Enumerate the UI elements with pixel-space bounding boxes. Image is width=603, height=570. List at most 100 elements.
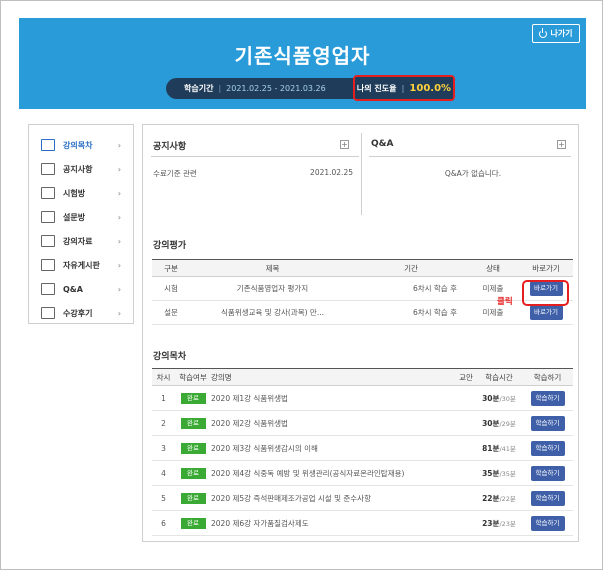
notice-more-icon[interactable]: + (340, 140, 349, 149)
evaluation-table: 구분 제목 기간 상태 바로가기 시험 기존식품영업자 평가지 6차시 학습 후 미제… (152, 259, 573, 325)
power-icon (539, 27, 548, 38)
lectures-title: 강의목차 (153, 352, 187, 362)
eval-period: 6차시 학습 후 (355, 300, 467, 325)
table-row: 1 완료 2020 제1강 식품위생법 30분/30분 학습하기 (152, 385, 573, 411)
sidebar-item-label: 공지사항 (63, 164, 93, 174)
qa-icon (41, 283, 55, 295)
evaluation-title: 강의평가 (153, 241, 187, 251)
sidebar-item-label: 설문방 (63, 212, 86, 222)
time-total: /29분 (499, 419, 516, 428)
sidebar-item[interactable]: 설문방 › (29, 205, 133, 229)
sidebar-item-label: 강의자료 (63, 236, 93, 246)
time-total: /30분 (499, 394, 516, 403)
col-shortcut: 바로가기 (532, 263, 560, 273)
sidebar-item[interactable]: 시험방 › (29, 181, 133, 205)
sidebar-item[interactable]: 강의자료 › (29, 229, 133, 253)
eval-type: 시험 (152, 276, 190, 301)
review-icon (41, 307, 55, 319)
table-row: 4 완료 2020 제4강 식중독 예방 및 위생관리(공식자료온라인탑재용) 35분… (152, 460, 573, 486)
study-button[interactable]: 학습하기 (530, 415, 565, 431)
status-badge: 완료 (180, 417, 206, 429)
sidebar-item[interactable]: 강의목차 › (29, 133, 133, 157)
sidebar-item[interactable]: Q&A › (29, 277, 133, 301)
sidebar-item[interactable]: 공지사항 › (29, 157, 133, 181)
chevron-right-icon: › (117, 212, 121, 222)
lecture-no: 3 (152, 435, 175, 461)
lecture-name[interactable]: 2020 제6강 자가품질검사제도 (211, 510, 456, 536)
notice-item-date: 2021.02.25 (310, 168, 353, 177)
exam-icon (41, 187, 55, 199)
lecture-no: 6 (152, 510, 175, 536)
time-done: 30분 (482, 393, 500, 403)
status-badge: 완료 (180, 392, 206, 404)
chevron-right-icon: › (117, 260, 121, 270)
notice-item[interactable]: 수료기준 관련 2021.02.25 (153, 168, 353, 179)
status-badge: 완료 (180, 442, 206, 454)
sidebar-item[interactable]: 자유게시판 › (29, 253, 133, 277)
eval-title: 식품위생교육 및 강사(과목) 만... (190, 300, 355, 325)
course-title: 기존식품영업자 (234, 44, 371, 68)
lecture-no: 1 (152, 385, 175, 411)
sidebar-item[interactable]: 수강후기 › (29, 301, 133, 325)
lecture-name[interactable]: 2020 제5강 즉석판매제조가공업 시설 및 준수사항 (211, 485, 456, 511)
eval-type: 설문 (152, 300, 190, 325)
handout-cell (456, 385, 476, 411)
study-button[interactable]: 학습하기 (530, 515, 565, 531)
chevron-right-icon: › (117, 308, 121, 318)
time-done: 23분 (482, 518, 500, 528)
time-total: /23분 (499, 519, 516, 528)
lecture-name[interactable]: 2020 제4강 식중독 예방 및 위생관리(공식자료온라인탑재용) (211, 460, 456, 486)
chevron-right-icon: › (117, 140, 121, 150)
study-button[interactable]: 학습하기 (530, 390, 565, 406)
table-row: 6 완료 2020 제6강 자가품질검사제도 23분/23분 학습하기 (152, 510, 573, 536)
notice-item-text[interactable]: 수료기준 관련 (153, 168, 197, 179)
lecture-no: 2 (152, 410, 175, 436)
sidebar-item-label: Q&A (63, 284, 83, 294)
time-done: 35분 (482, 468, 500, 478)
notice-icon (41, 163, 55, 175)
handout-cell (456, 410, 476, 436)
qa-more-icon[interactable]: + (557, 140, 566, 149)
lecture-name[interactable]: 2020 제2강 식품위생법 (211, 410, 456, 436)
study-button[interactable]: 학습하기 (530, 490, 565, 506)
status-badge: 완료 (180, 492, 206, 504)
sidebar-item-label: 시험방 (63, 188, 86, 198)
time-done: 30분 (482, 418, 500, 428)
table-row: 2 완료 2020 제2강 식품위생법 30분/29분 학습하기 (152, 410, 573, 436)
main-panel: 공지사항 + 수료기준 관련 2021.02.25 Q&A + Q&A가 없습니… (142, 124, 579, 542)
time-total: /41분 (499, 444, 516, 453)
sidebar-item-label: 자유게시판 (63, 260, 100, 270)
handout-cell (456, 510, 476, 536)
col-lecture-name: 강의명 (211, 372, 232, 382)
time-done: 81분 (482, 443, 500, 453)
chevron-right-icon: › (117, 236, 121, 246)
eval-period: 6차시 학습 후 (355, 276, 467, 301)
status-badge: 완료 (180, 467, 206, 479)
lecture-icon (41, 139, 55, 151)
progress-label: 나의 진도율 (356, 83, 397, 93)
chevron-right-icon: › (117, 188, 121, 198)
sidebar-item-label: 수강후기 (63, 308, 93, 318)
shortcut-button[interactable]: 바로가기 (529, 305, 563, 320)
study-period-label: 학습기간 (184, 84, 214, 93)
col-study-time: 학습시간 (485, 372, 513, 382)
board-icon (41, 259, 55, 271)
col-type: 구분 (164, 263, 178, 273)
lecture-table: 차시 학습여부 강의명 교안 학습시간 학습하기 1 완료 2020 제1강 식품위… (152, 368, 573, 536)
col-no: 차시 (156, 372, 171, 382)
lecture-name[interactable]: 2020 제1강 식품위생법 (211, 385, 456, 411)
lecture-name[interactable]: 2020 제3강 식품위생감시의 이해 (211, 435, 456, 461)
col-study-action: 학습하기 (533, 372, 562, 382)
page-frame: 나가기 기존식품영업자 학습기간 | 2021.02.25 - 2021.03.… (0, 0, 603, 570)
survey-icon (41, 211, 55, 223)
study-button[interactable]: 학습하기 (530, 465, 565, 481)
progress-value: 100.0% (409, 82, 452, 94)
study-button[interactable]: 학습하기 (530, 440, 565, 456)
status-badge: 완료 (180, 517, 206, 529)
chevron-right-icon: › (117, 284, 121, 294)
progress-rate: 나의 진도율 | 100.0% (353, 75, 455, 101)
handout-cell (456, 435, 476, 461)
qa-empty-message: Q&A가 없습니다. (444, 169, 502, 178)
time-done: 22분 (482, 493, 500, 503)
col-period: 기간 (404, 263, 418, 273)
